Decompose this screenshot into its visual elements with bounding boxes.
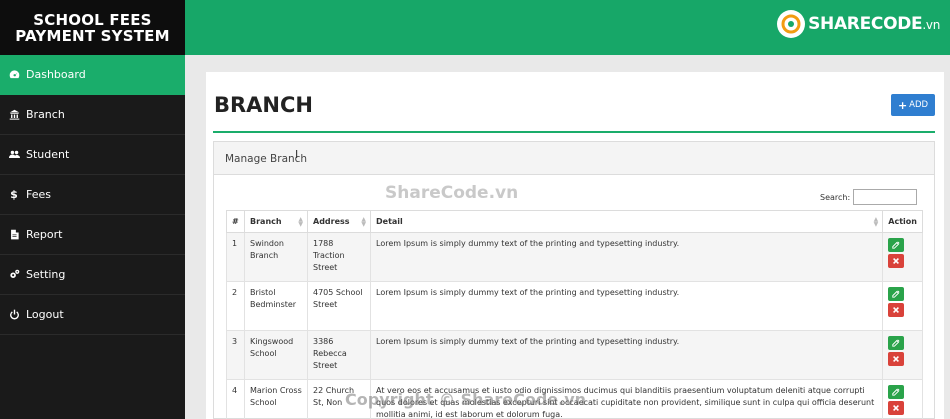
sidebar-item-label: Report <box>26 228 63 241</box>
page-title: BRANCH <box>214 93 313 117</box>
add-button[interactable]: + ADD <box>891 94 935 116</box>
box-heading: Manage Branch <box>214 142 934 175</box>
close-icon <box>893 405 900 411</box>
dashboard-icon <box>7 68 21 82</box>
table-row: 1 Swindon Branch 1788 Traction Street Lo… <box>226 232 923 282</box>
cell-action <box>882 232 923 282</box>
edit-button[interactable] <box>888 336 905 350</box>
sidebar-item-report[interactable]: Report <box>0 215 185 255</box>
sidebar-item-dashboard[interactable]: Dashboard <box>0 55 185 95</box>
branch-table: # Branch ▲ ▼ Address ▲ ▼ Detail ▲ ▼ Action 1 S… <box>226 210 923 419</box>
sidebar-item-fees[interactable]: $ Fees <box>0 175 185 215</box>
column-header-branch[interactable]: Branch ▲ ▼ <box>244 210 308 233</box>
sidebar-item-label: Logout <box>26 308 64 321</box>
add-button-label: ADD <box>909 100 929 110</box>
plus-icon: + <box>897 98 908 112</box>
edit-icon <box>892 388 900 396</box>
cell-branch: Kingswood School <box>244 330 308 380</box>
delete-button[interactable] <box>888 303 905 317</box>
watermark-center: ShareCode.vn <box>385 183 519 203</box>
manage-branch-box: Manage Branch Search: # Branch ▲ ▼ Address… <box>213 141 935 419</box>
close-icon <box>893 258 900 264</box>
sidebar-item-label: Fees <box>26 188 51 201</box>
sidebar-item-student[interactable]: Student <box>0 135 185 175</box>
title-divider <box>213 131 935 133</box>
cell-action <box>882 330 923 380</box>
text-cursor-icon: I <box>295 148 299 161</box>
column-header-detail[interactable]: Detail ▲ ▼ <box>369 210 884 233</box>
power-icon <box>7 308 21 322</box>
sort-icon: ▲ ▼ <box>361 216 366 228</box>
sort-icon: ▲ ▼ <box>873 216 879 228</box>
edit-icon <box>892 290 900 298</box>
cell-number: 1 <box>226 232 245 282</box>
file-icon <box>7 228 21 242</box>
delete-button[interactable] <box>888 401 905 415</box>
cell-action <box>882 379 923 419</box>
delete-button[interactable] <box>888 352 905 366</box>
app-title-line1: SCHOOL FEES <box>33 11 152 29</box>
cell-number: 2 <box>226 281 245 331</box>
search-control: Search: <box>820 189 918 205</box>
app-title-line2: PAYMENT SYSTEM <box>15 27 170 45</box>
sidebar-item-branch[interactable]: Branch <box>0 95 185 135</box>
cell-branch: Marion Cross School <box>244 379 308 419</box>
sidebar-item-setting[interactable]: Setting <box>0 255 185 295</box>
cell-detail: Lorem Ipsum is simply dummy text of the … <box>369 330 884 380</box>
dollar-icon: $ <box>10 188 18 201</box>
search-input[interactable] <box>853 189 918 205</box>
sidebar-item-label: Branch <box>26 108 65 121</box>
table-row: 3 Kingswood School 3386 Rebecca Street L… <box>226 330 923 380</box>
cell-address: 1788 Traction Street <box>307 232 371 282</box>
sidebar-item-label: Setting <box>26 268 66 281</box>
cell-detail: Lorem Ipsum is simply dummy text of the … <box>369 232 884 282</box>
cell-action <box>882 281 923 331</box>
column-header-action[interactable]: Action <box>882 210 923 233</box>
cell-branch: Swindon Branch <box>244 232 308 282</box>
close-icon <box>893 356 900 362</box>
cell-number: 4 <box>226 379 245 419</box>
close-icon <box>893 307 900 313</box>
cell-number: 3 <box>226 330 245 380</box>
edit-icon <box>892 339 900 347</box>
table-header-row: # Branch ▲ ▼ Address ▲ ▼ Detail ▲ ▼ Action <box>226 210 923 233</box>
edit-button[interactable] <box>888 238 905 252</box>
sidebar: SCHOOL FEES PAYMENT SYSTEM Dashboard Bra… <box>0 0 185 419</box>
edit-button[interactable] <box>888 385 905 399</box>
logo-mark-icon <box>777 10 806 38</box>
table-row: 2 Bristol Bedminster 4705 School Street … <box>226 281 923 331</box>
cell-branch: Bristol Bedminster <box>244 281 308 331</box>
delete-button[interactable] <box>888 254 905 268</box>
sort-icon: ▲ ▼ <box>298 216 303 228</box>
sidebar-item-label: Dashboard <box>26 68 86 81</box>
edit-icon <box>892 241 900 249</box>
top-bar: SHARECODE.vn <box>185 0 950 55</box>
column-header-number[interactable]: # <box>226 210 245 233</box>
sidebar-item-label: Student <box>26 148 70 161</box>
search-label: Search: <box>820 192 851 202</box>
watermark-bottom: Copyright © ShareCode.vn <box>345 390 587 409</box>
gears-icon <box>7 268 21 282</box>
logo-text: SHARECODE.vn <box>808 14 940 34</box>
bank-icon <box>7 108 21 122</box>
edit-button[interactable] <box>888 287 905 301</box>
cell-address: 4705 School Street <box>307 281 371 331</box>
cell-address: 3386 Rebecca Street <box>307 330 371 380</box>
column-header-address[interactable]: Address ▲ ▼ <box>307 210 371 233</box>
cell-detail: Lorem Ipsum is simply dummy text of the … <box>369 281 884 331</box>
sharecode-logo[interactable]: SHARECODE.vn <box>777 10 940 38</box>
users-icon <box>7 148 21 162</box>
sidebar-item-logout[interactable]: Logout <box>0 295 185 335</box>
app-title: SCHOOL FEES PAYMENT SYSTEM <box>0 0 185 55</box>
